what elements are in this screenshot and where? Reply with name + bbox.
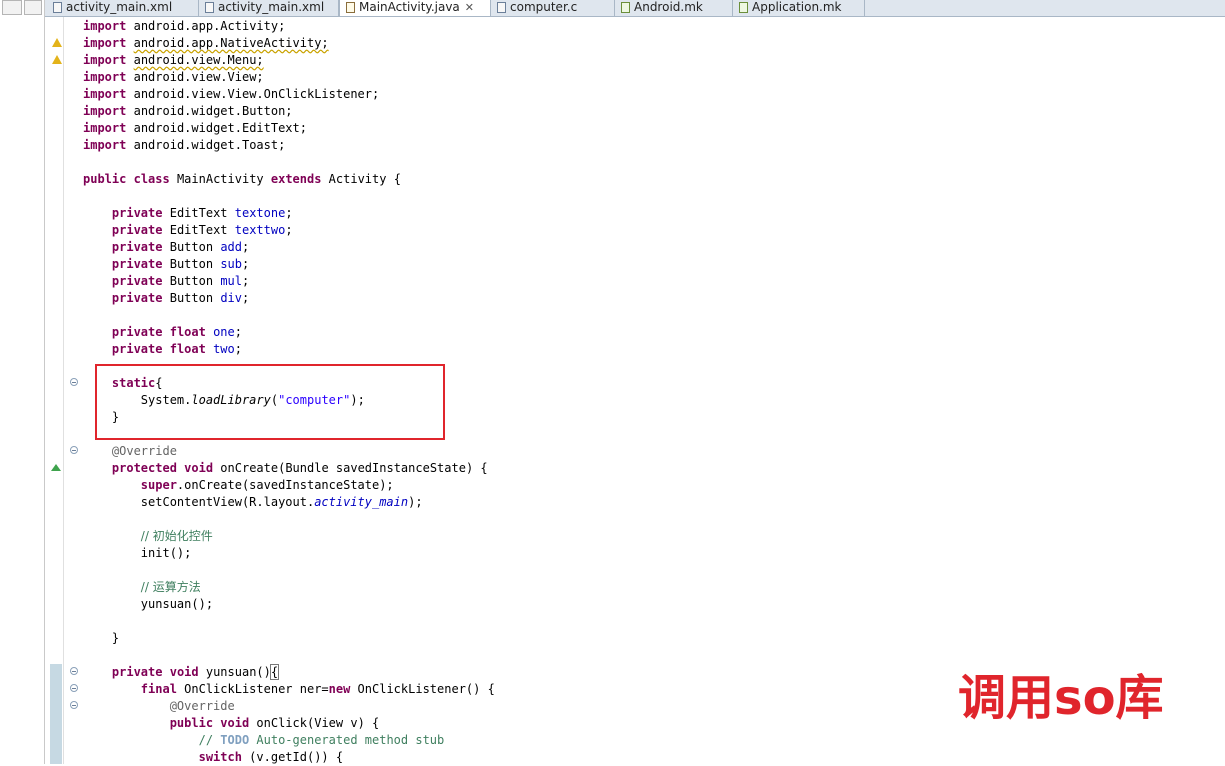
class-declaration: public class MainActivity extends Activi… bbox=[83, 172, 401, 186]
field-declaration: private float two; bbox=[111, 342, 242, 356]
code-line: } bbox=[111, 631, 120, 645]
override-annotation: @Override bbox=[111, 444, 177, 458]
override-marker-icon[interactable] bbox=[51, 464, 61, 471]
field-declaration: private float one; bbox=[111, 325, 242, 339]
code-line: setContentView(R.layout.activity_main); bbox=[140, 495, 423, 509]
tab-android-mk[interactable]: Android.mk bbox=[615, 0, 733, 16]
field-declaration: private Button add; bbox=[111, 240, 250, 254]
left-view-panel bbox=[0, 0, 45, 764]
mk-file-icon bbox=[739, 2, 748, 13]
code-line: import android.view.View.OnClickListener… bbox=[83, 87, 380, 101]
minimize-view-button[interactable] bbox=[2, 0, 22, 15]
code-line: import android.widget.Toast; bbox=[83, 138, 286, 152]
fold-toggle-icon[interactable] bbox=[70, 446, 78, 454]
code-line: import android.app.Activity; bbox=[83, 19, 286, 33]
code-line: import android.view.Menu; bbox=[83, 53, 264, 67]
field-declaration: private Button mul; bbox=[111, 274, 250, 288]
tab-activity-main-xml-1[interactable]: activity_main.xml bbox=[47, 0, 199, 16]
code-line: import android.app.NativeActivity; bbox=[83, 36, 329, 50]
code-comment: // 运算方法 bbox=[140, 580, 201, 594]
xml-file-icon bbox=[205, 2, 214, 13]
code-line: import android.view.View; bbox=[83, 70, 264, 84]
code-line: yunsuan(); bbox=[140, 597, 214, 611]
tab-computer-c[interactable]: computer.c bbox=[491, 0, 615, 16]
field-declaration: private Button sub; bbox=[111, 257, 250, 271]
fold-toggle-icon[interactable] bbox=[70, 684, 78, 692]
annotation-ruler[interactable] bbox=[45, 17, 64, 764]
tab-main-activity-java[interactable]: MainActivity.java ✕ bbox=[339, 0, 491, 16]
fold-toggle-icon[interactable] bbox=[70, 667, 78, 675]
code-line: super.onCreate(savedInstanceState); bbox=[140, 478, 394, 492]
field-declaration: private EditText texttwo; bbox=[111, 223, 293, 237]
code-comment: // 初始化控件 bbox=[140, 529, 213, 543]
field-declaration: private Button div; bbox=[111, 291, 250, 305]
warning-icon[interactable] bbox=[51, 54, 63, 66]
fold-toggle-icon[interactable] bbox=[70, 701, 78, 709]
warning-icon[interactable] bbox=[51, 37, 63, 49]
java-file-icon bbox=[346, 2, 355, 13]
highlight-box bbox=[95, 364, 445, 440]
ruler-highlight bbox=[50, 664, 62, 764]
editor-tab-bar: activity_main.xml activity_main.xml Main… bbox=[45, 0, 1225, 17]
close-tab-icon[interactable]: ✕ bbox=[465, 1, 474, 14]
c-file-icon bbox=[497, 2, 506, 13]
field-declaration: private EditText textone; bbox=[111, 206, 293, 220]
fold-toggle-icon[interactable] bbox=[70, 378, 78, 386]
code-line: import android.widget.EditText; bbox=[83, 121, 307, 135]
oncreate-declaration: protected void onCreate(Bundle savedInst… bbox=[111, 461, 488, 475]
tab-activity-main-xml-2[interactable]: activity_main.xml bbox=[199, 0, 339, 16]
folding-ruler[interactable] bbox=[64, 17, 80, 764]
code-line: init(); bbox=[140, 546, 192, 560]
switch-statement: switch (v.getId()) { bbox=[198, 750, 344, 764]
mk-file-icon bbox=[621, 2, 630, 13]
todo-comment: // TODO Auto-generated method stub bbox=[198, 733, 445, 747]
xml-file-icon bbox=[53, 2, 62, 13]
annotation-label: 调用so库 bbox=[958, 670, 1164, 726]
tab-application-mk[interactable]: Application.mk bbox=[733, 0, 865, 16]
code-line: import android.widget.Button; bbox=[83, 104, 293, 118]
maximize-view-button[interactable] bbox=[24, 0, 42, 15]
